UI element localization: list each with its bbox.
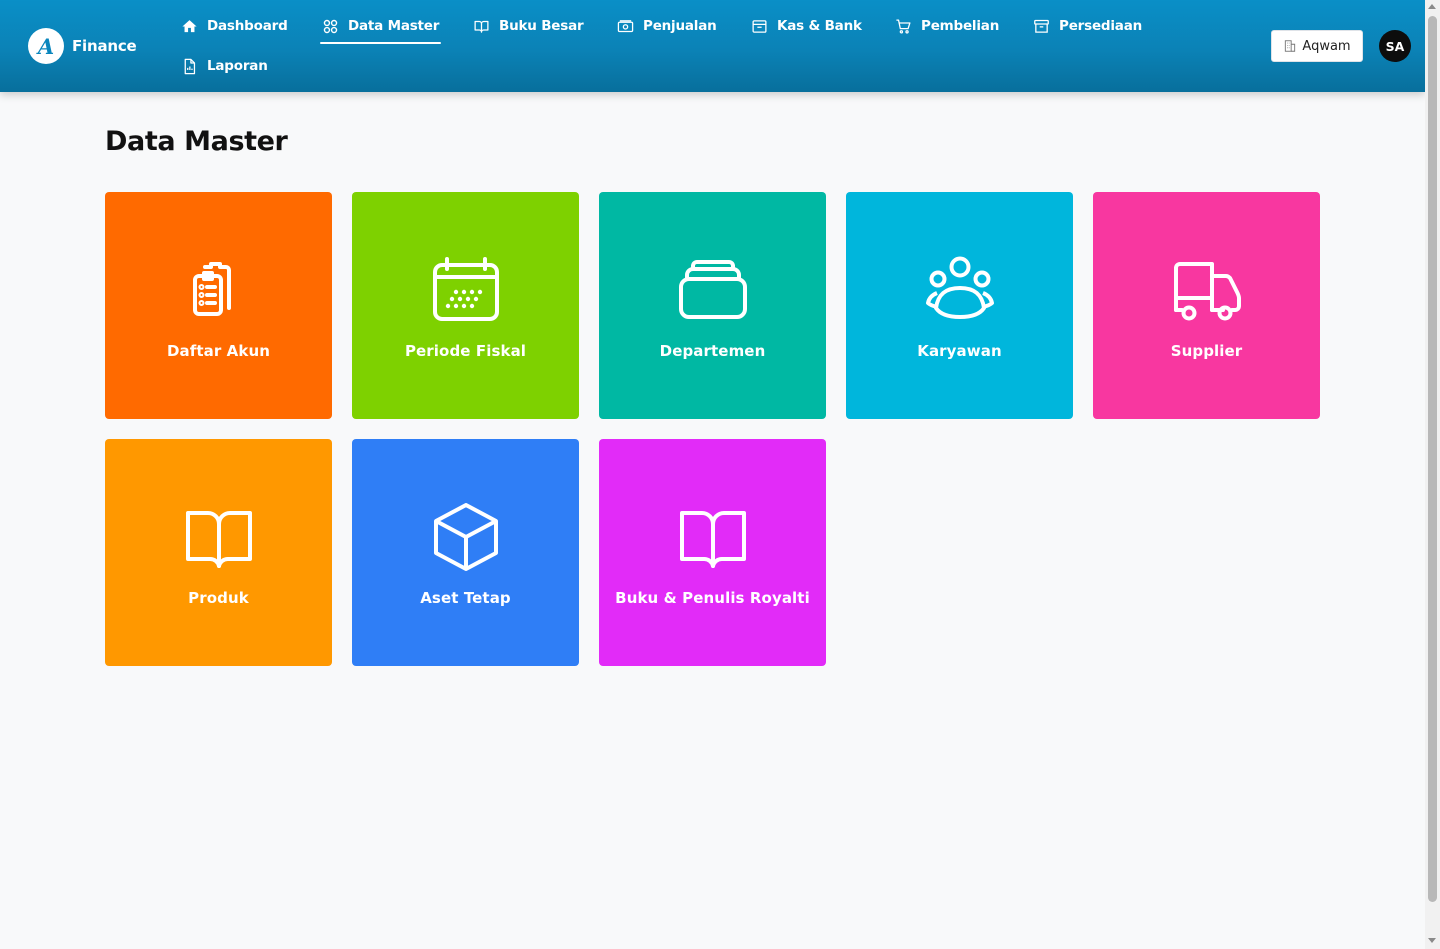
tile-label: Supplier [1170, 342, 1243, 360]
nav-item-pembelian[interactable]: Pembelian [895, 15, 999, 37]
tile-buku-penulis-royalti[interactable]: Buku & Penulis Royalti [599, 439, 826, 666]
shopping-cart-icon [896, 18, 911, 34]
nav-item-data-master[interactable]: Data Master [319, 15, 442, 44]
nav-item-label: Penjualan [643, 18, 717, 34]
home-icon [182, 19, 197, 32]
tile-departemen[interactable]: Departemen [599, 192, 826, 419]
nav-item-persediaan[interactable]: Persediaan [1033, 15, 1142, 37]
grid-icon [323, 19, 338, 33]
organization-button[interactable]: Aqwam [1271, 30, 1363, 62]
nav-item-label: Kas & Bank [777, 18, 862, 34]
cash-icon [617, 19, 634, 32]
tile-produk[interactable]: Produk [105, 439, 332, 666]
calendar-icon [433, 257, 499, 321]
archive-box-icon [752, 19, 767, 33]
archive-icon [1034, 19, 1049, 33]
nav-item-buku-besar[interactable]: Buku Besar [473, 15, 584, 37]
tile-label: Karyawan [917, 342, 1002, 360]
nav-item-laporan[interactable]: Laporan [181, 55, 268, 77]
tile-label: Departemen [659, 342, 766, 360]
tile-label: Buku & Penulis Royalti [615, 589, 810, 607]
tile-label: Produk [188, 589, 249, 607]
tile-supplier[interactable]: Supplier [1093, 192, 1320, 419]
tile-label: Aset Tetap [420, 589, 511, 607]
brand[interactable]: A Finance [28, 28, 137, 64]
nav-item-label: Persediaan [1059, 18, 1143, 34]
nav-item-dashboard[interactable]: Dashboard [181, 15, 288, 37]
brand-logo: A [28, 28, 64, 64]
inbox-stack-icon [679, 260, 747, 319]
tile-karyawan[interactable]: Karyawan [846, 192, 1073, 419]
top-navbar: A Finance Dashboard Data Master Buku Bes… [0, 0, 1425, 92]
nav-item-label: Dashboard [207, 18, 288, 34]
scrollbar-thumb[interactable] [1428, 16, 1437, 902]
organization-label: Aqwam [1302, 38, 1351, 54]
clipboard-list-icon [193, 262, 231, 316]
brand-name: Finance [72, 37, 137, 55]
tile-label: Daftar Akun [166, 342, 271, 360]
nav-item-label: Laporan [207, 58, 268, 74]
scroll-up-arrow-icon[interactable] [1428, 4, 1436, 9]
nav-item-kas-bank[interactable]: Kas & Bank [751, 15, 862, 37]
tile-label: Periode Fiskal [404, 342, 527, 360]
report-document-icon [184, 58, 196, 74]
page-title: Data Master [105, 126, 288, 157]
building-icon [1285, 40, 1296, 52]
cube-icon [434, 503, 498, 571]
users-group-icon [926, 256, 994, 319]
book-open-icon [474, 20, 489, 33]
nav-item-label: Data Master [348, 18, 440, 34]
book-open-icon [680, 511, 746, 568]
tile-aset-tetap[interactable]: Aset Tetap [352, 439, 579, 666]
nav-item-label: Pembelian [921, 18, 1000, 34]
nav-item-label: Buku Besar [499, 18, 584, 34]
truck-icon [1174, 262, 1241, 321]
nav-item-penjualan[interactable]: Penjualan [617, 15, 717, 37]
scroll-down-arrow-icon[interactable] [1428, 938, 1436, 943]
tile-periode-fiskal[interactable]: Periode Fiskal [352, 192, 579, 419]
book-open-icon [186, 511, 252, 568]
user-avatar[interactable]: SA [1379, 30, 1411, 62]
tile-daftar-akun[interactable]: Daftar Akun [105, 192, 332, 419]
